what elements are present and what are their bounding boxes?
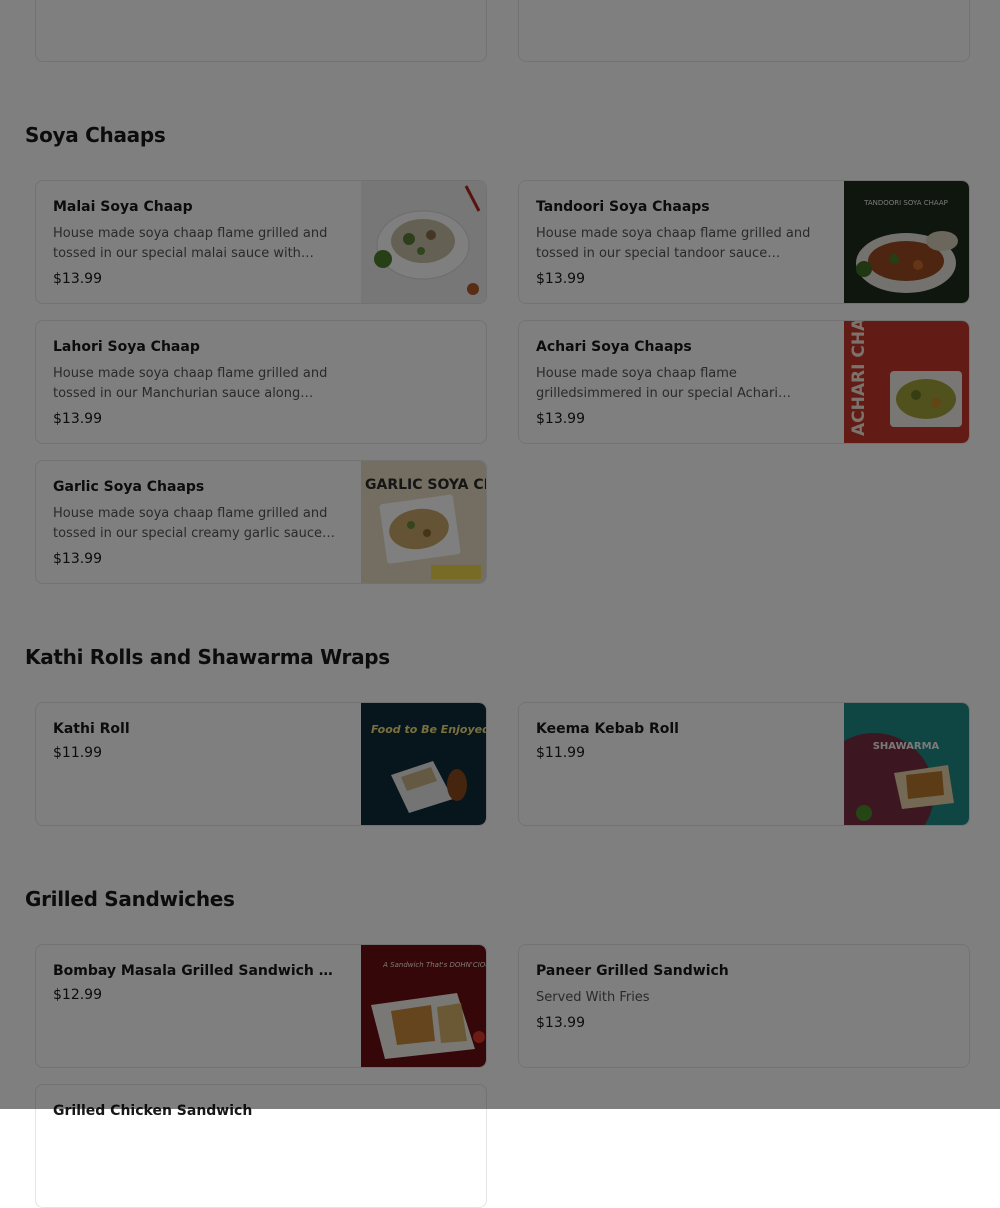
- modal-backdrop[interactable]: [0, 0, 1000, 1109]
